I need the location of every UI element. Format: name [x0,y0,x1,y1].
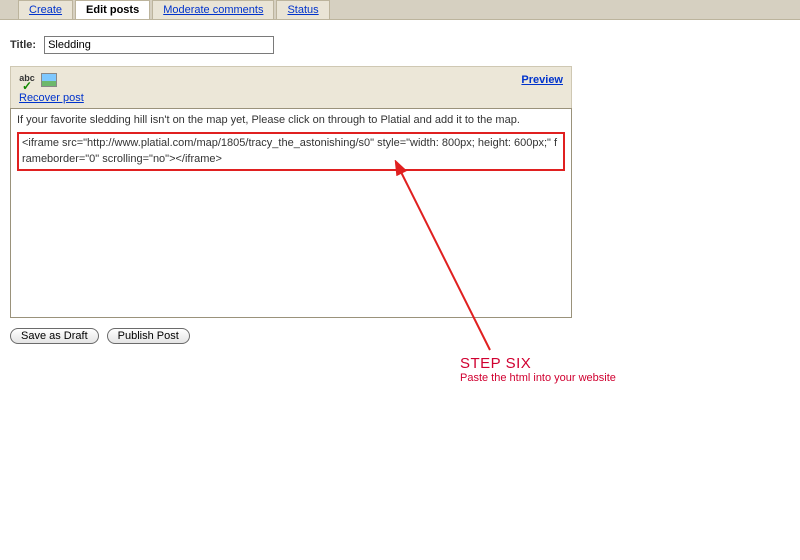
publish-post-button[interactable]: Publish Post [107,328,190,344]
annotation-subtitle: Paste the html into your website [460,372,616,384]
title-input[interactable] [44,36,274,54]
tab-bar: Create Edit posts Moderate comments Stat… [0,0,800,20]
recover-post-link[interactable]: Recover post [19,92,84,104]
checkmark-icon: ✓ [19,83,35,89]
tab-status[interactable]: Status [276,0,329,19]
preview-link[interactable]: Preview [521,74,563,86]
image-icon[interactable] [41,73,57,87]
annotation-text: STEP SIX Paste the html into your websit… [460,355,616,384]
title-label: Title: [10,39,36,51]
editor-toolbar: abc ✓ Preview [10,66,572,92]
tab-create[interactable]: Create [18,0,73,19]
content-area: Title: abc ✓ Preview Recover post If you… [0,20,800,344]
save-draft-button[interactable]: Save as Draft [10,328,99,344]
title-row: Title: [10,36,790,54]
button-row: Save as Draft Publish Post [10,328,790,344]
tab-moderate-comments[interactable]: Moderate comments [152,0,274,19]
tab-edit-posts[interactable]: Edit posts [75,0,150,19]
annotation-step: STEP SIX [460,355,616,372]
spellcheck-icon[interactable]: abc ✓ [19,73,35,87]
editor-line-1: If your favorite sledding hill isn't on … [17,114,520,126]
editor-textarea[interactable]: If your favorite sledding hill isn't on … [10,108,572,318]
editor-iframe-code: <iframe src="http://www.platial.com/map/… [17,132,565,171]
